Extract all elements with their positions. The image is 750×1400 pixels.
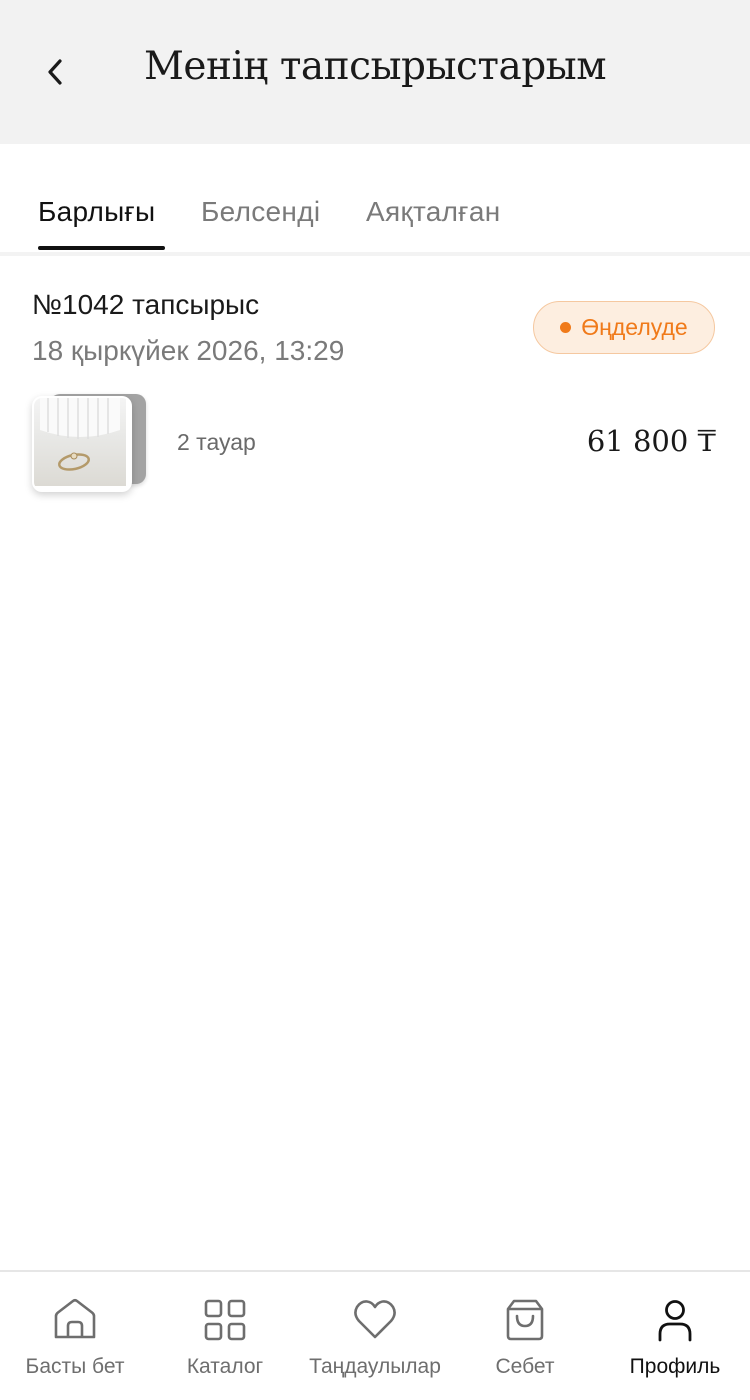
nav-home[interactable]: Басты бет: [0, 1272, 150, 1400]
active-tab-indicator: [38, 246, 165, 250]
nav-label-home: Басты бет: [25, 1355, 125, 1378]
status-badge: Өңделуде: [533, 301, 715, 354]
product-thumbnails: [30, 392, 154, 496]
nav-label-favorites: Таңдаулылар: [309, 1355, 441, 1378]
shopping-bag-icon: [506, 1299, 544, 1341]
order-number: №1042 тапсырыс: [32, 289, 260, 320]
top-bar: Менің тапсырыстарым: [0, 0, 750, 144]
heart-icon: [354, 1300, 396, 1339]
tab-all[interactable]: Барлығы: [38, 196, 155, 228]
nav-profile[interactable]: Профиль: [600, 1272, 750, 1400]
order-card[interactable]: №1042 тапсырыс 18 қыркүйек 2026, 13:29 Ө…: [0, 256, 750, 516]
nav-favorites[interactable]: Таңдаулылар: [300, 1272, 450, 1400]
tab-completed[interactable]: Аяқталған: [366, 196, 500, 228]
tab-active[interactable]: Белсенді: [201, 196, 320, 228]
order-tabs: Барлығы Белсенді Аяқталған: [0, 144, 750, 252]
nav-catalog[interactable]: Каталог: [150, 1272, 300, 1400]
nav-cart[interactable]: Себет: [450, 1272, 600, 1400]
nav-label-cart: Себет: [495, 1355, 555, 1378]
nav-label-profile: Профиль: [629, 1355, 721, 1378]
status-dot-icon: [560, 322, 572, 333]
home-icon: [54, 1298, 96, 1339]
ring-product-image: [34, 398, 126, 486]
items-count: 2 тауар: [177, 429, 256, 455]
nav-label-catalog: Каталог: [186, 1355, 264, 1378]
page-title: Менің тапсырыстарым: [143, 44, 607, 89]
product-thumbnail: [32, 396, 132, 492]
grid-icon: [204, 1299, 246, 1341]
order-date: 18 қыркүйек 2026, 13:29: [32, 335, 345, 366]
order-total: 61 800 ₸: [586, 424, 716, 458]
user-icon: [658, 1300, 692, 1342]
bottom-navigation: Басты бет Каталог Таңдаулылар Себет Проф…: [0, 1270, 750, 1400]
status-label: Өңделуде: [581, 314, 688, 340]
